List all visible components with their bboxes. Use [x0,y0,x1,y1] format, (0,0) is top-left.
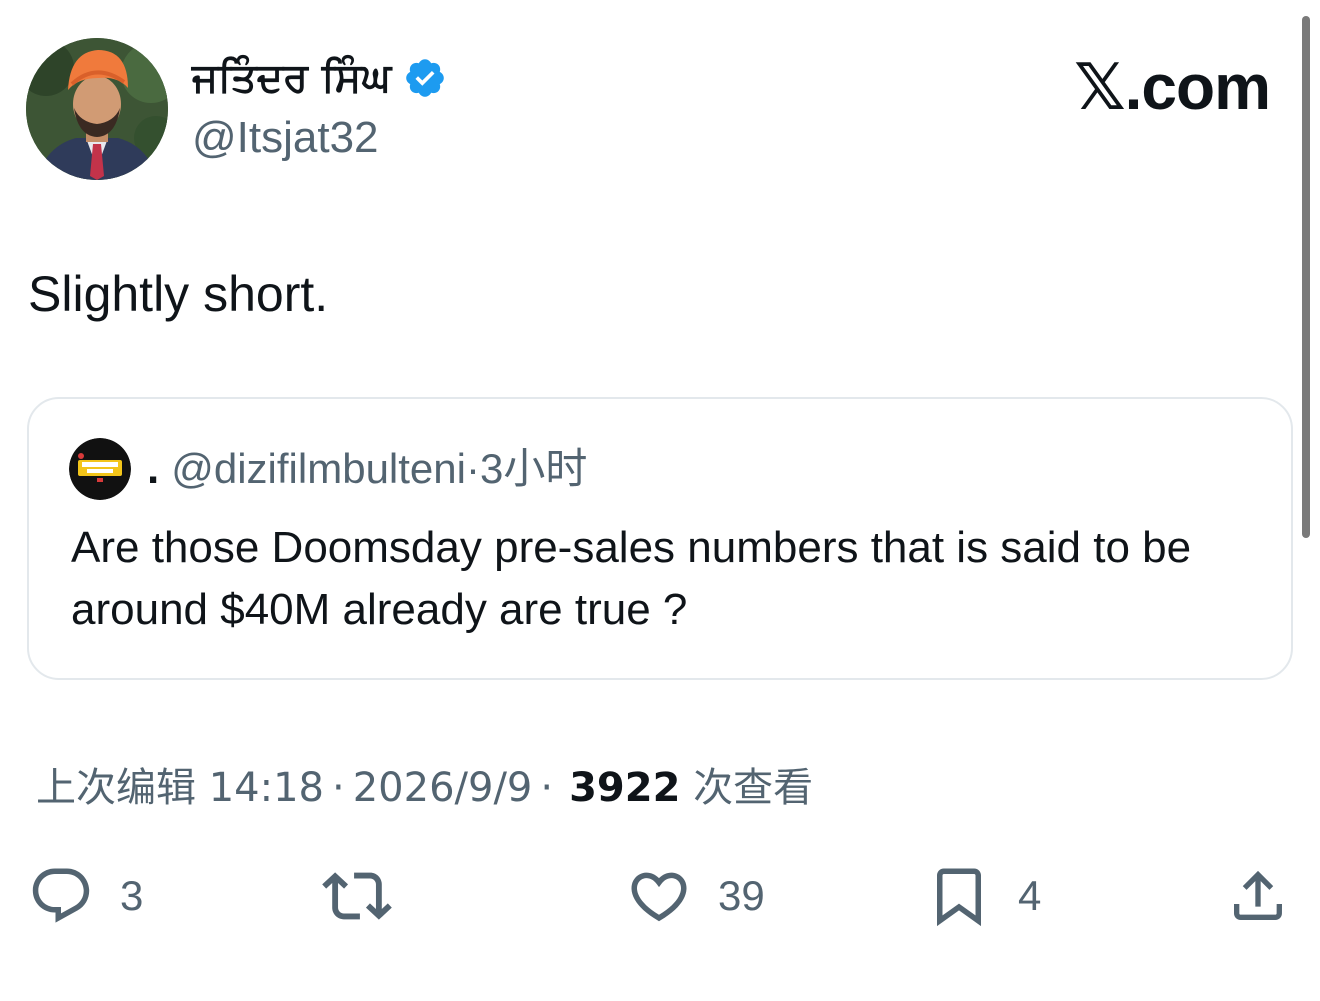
quoted-author-handle-time[interactable]: @dizifilmbulteni·3小时 [171,448,587,490]
dizi-film-bulteni-logo-icon[interactable] [69,438,131,500]
bookmark-button[interactable]: 4 [926,860,1041,932]
retweet-button[interactable] [322,860,418,932]
retweet-icon [322,872,392,920]
quoted-tweet-header: . @dizifilmbulteni·3小时 [69,438,587,500]
action-bar: 3 39 4 [0,860,1320,932]
views-count: 3922 [569,765,681,811]
avatar-image [26,38,168,180]
author-handle[interactable]: @Itsjat32 [192,112,379,164]
quoted-author-name[interactable]: . [147,447,159,491]
reply-count: 3 [120,872,144,919]
tweet-date[interactable]: 2026/9/9 [353,765,533,811]
x-brand-label: 𝕏.com [1074,51,1271,123]
verified-badge-icon [406,59,444,97]
author-display-name[interactable]: ਜਤਿੰਦਰ ਸਿੰਘ [192,58,391,98]
like-count: 39 [718,872,765,919]
reply-icon [32,868,90,923]
like-button[interactable]: 39 [626,860,765,932]
tweet-meta: 上次编辑 14:18 · 2026/9/9 · 3922 次查看 [36,760,813,816]
meta-separator: · [332,765,345,811]
views-label: 次查看 [693,765,814,811]
bookmark-icon [937,868,981,927]
edited-time[interactable]: 上次编辑 14:18 [36,765,324,811]
author-avatar[interactable] [26,38,168,180]
quoted-tweet-card[interactable]: . @dizifilmbulteni·3小时 Are those Doomsda… [27,397,1293,680]
heart-icon [631,872,687,922]
meta-separator: · [540,765,554,811]
author-name-row[interactable]: ਜਤਿੰਦਰ ਸਿੰਘ [192,52,447,104]
share-icon [1234,870,1282,920]
quoted-tweet-text: Are those Doomsday pre-sales numbers tha… [71,523,1192,634]
share-button[interactable] [1226,860,1290,932]
scrollbar[interactable] [1302,16,1310,538]
reply-button[interactable]: 3 [28,860,143,932]
bookmark-count: 4 [1018,872,1042,919]
tweet-text: Slightly short. [28,266,329,322]
